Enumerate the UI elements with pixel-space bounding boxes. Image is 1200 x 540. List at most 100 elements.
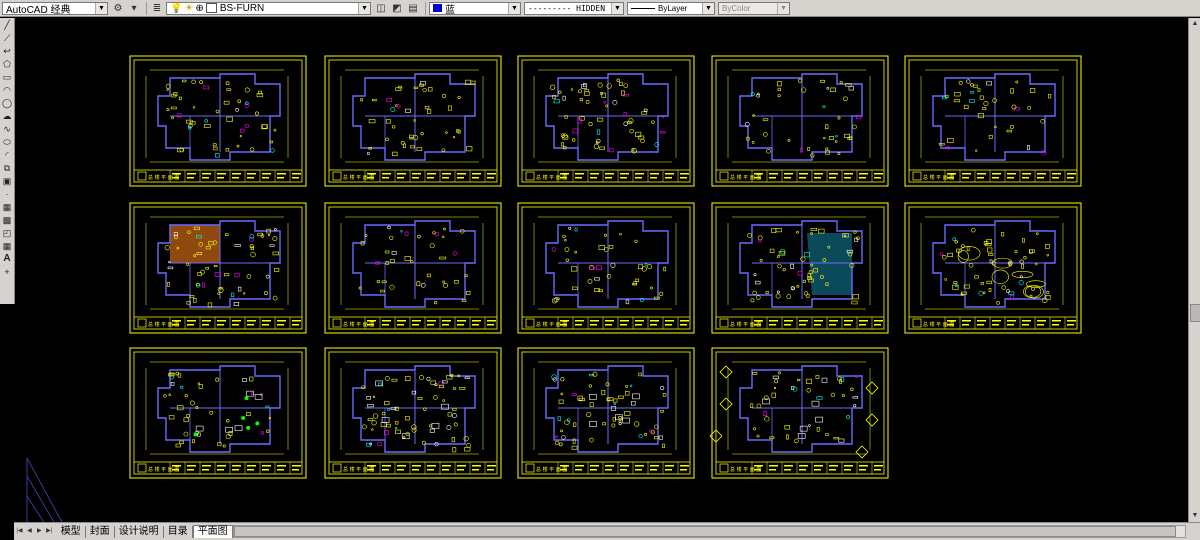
- scroll-up-icon[interactable]: ▲: [1190, 19, 1200, 29]
- vertical-scrollbar[interactable]: ▲ ▼: [1188, 18, 1200, 522]
- plan-detail-mark: [235, 107, 239, 112]
- plan-detail-mark: [551, 298, 558, 304]
- plan-detail-mark: [376, 279, 381, 284]
- plan-detail-mark: [274, 267, 280, 272]
- horizontal-scrollbar[interactable]: [232, 525, 1187, 538]
- plan-detail-mark: [464, 447, 471, 452]
- make-block-icon[interactable]: ▣: [1, 175, 13, 187]
- title-block-text-line: [575, 465, 584, 467]
- plan-detail-mark: [405, 416, 410, 421]
- arc-icon[interactable]: ◠: [1, 84, 13, 96]
- plan-detail-mark: [199, 80, 203, 84]
- title-block-text-line: [635, 324, 642, 326]
- polygon-icon[interactable]: ⬠: [1, 58, 13, 70]
- title-block-text-line: [844, 177, 851, 179]
- first-tab-button[interactable]: |◀: [15, 526, 24, 537]
- last-tab-button[interactable]: ▶|: [45, 526, 54, 537]
- rectangle-icon[interactable]: ▭: [1, 71, 13, 83]
- tab-floor-plan[interactable]: 平面图: [192, 525, 233, 538]
- plan-detail-mark: [807, 147, 811, 151]
- spline-icon[interactable]: ∿: [1, 123, 13, 135]
- plan-detail-mark: [771, 228, 777, 233]
- previous-tab-button[interactable]: ◀: [25, 526, 34, 537]
- next-tab-button[interactable]: ▶: [35, 526, 44, 537]
- plan-detail-mark: [815, 375, 820, 379]
- title-block-text-line: [590, 465, 599, 467]
- revision-cloud-icon[interactable]: ☁: [1, 110, 13, 122]
- plan-detail-mark: [366, 396, 371, 400]
- tab-model[interactable]: 模型: [57, 525, 86, 538]
- electrical-symbol: [244, 396, 249, 401]
- layer-states-button[interactable]: ▤: [406, 2, 420, 15]
- furniture-block: [615, 414, 623, 421]
- workspace-lock-button[interactable]: ▾: [127, 2, 141, 15]
- title-block-text-line: [665, 324, 672, 326]
- multiline-text-icon[interactable]: A: [1, 253, 13, 265]
- title-block-text-line: [665, 177, 672, 179]
- gradient-icon[interactable]: ▩: [1, 214, 13, 226]
- plan-detail-mark: [598, 245, 605, 250]
- title-block-text-line: [575, 173, 584, 175]
- add-selected-icon[interactable]: +: [1, 266, 13, 278]
- polyline-icon[interactable]: ↩: [1, 45, 13, 57]
- title-block-text-line: [427, 320, 436, 322]
- tab-cover[interactable]: 封面: [86, 525, 115, 538]
- layer-previous-button[interactable]: ◩: [390, 2, 404, 15]
- plan-detail-mark: [421, 440, 426, 445]
- plan-detail-mark: [561, 435, 566, 440]
- workspace-settings-button[interactable]: ⚙: [111, 2, 125, 15]
- company-logo: [137, 463, 147, 473]
- plan-detail-mark: [623, 83, 629, 88]
- plotstyle-dropdown[interactable]: ByColor ▼: [718, 1, 790, 15]
- tab-contents[interactable]: 目录: [164, 525, 193, 538]
- circle-icon[interactable]: ◯: [1, 97, 13, 109]
- drawing-canvas[interactable]: 总 楼 平 面 图总 楼 平 面 图总 楼 平 面 图总 楼 平 面 图总 楼 …: [15, 18, 1187, 525]
- plan-detail-mark: [980, 281, 985, 285]
- plan-detail-mark: [249, 234, 255, 239]
- layer-dropdown[interactable]: 💡 ☀ ⊕ BS-FURN ▼: [166, 1, 371, 15]
- title-block-text-line: [457, 173, 466, 175]
- layer-previous-icon: ◩: [392, 2, 402, 14]
- plan-detail-mark: [1027, 105, 1032, 110]
- plan-detail-mark: [389, 259, 395, 263]
- make-object-layer-current-button[interactable]: ◫: [374, 2, 388, 15]
- sheet-title: 总 楼 平 面 图: [536, 466, 567, 473]
- title-block-text-line: [605, 320, 614, 322]
- plan-detail-mark: [585, 100, 590, 104]
- layer-manager-button[interactable]: ≣: [150, 2, 164, 15]
- scroll-thumb[interactable]: [1190, 304, 1200, 322]
- title-block-text-line: [874, 177, 881, 179]
- plan-detail-mark: [184, 393, 188, 398]
- workspace-dropdown[interactable]: AutoCAD 经典 ▼: [2, 1, 108, 15]
- plan-detail-mark: [625, 299, 630, 305]
- plan-detail-mark: [835, 134, 838, 138]
- plan-detail-mark: [405, 108, 411, 113]
- plan-detail-mark: [619, 232, 622, 236]
- title-block-text-line: [202, 324, 209, 326]
- ellipse-arc-icon[interactable]: ◜: [1, 149, 13, 161]
- plan-detail-mark: [411, 427, 417, 433]
- scroll-down-icon[interactable]: ▼: [1190, 511, 1200, 521]
- linetype-dropdown[interactable]: --------- HIDDEN ▼: [524, 1, 624, 15]
- lineweight-dropdown[interactable]: ByLayer ▼: [627, 1, 715, 15]
- plan-detail-mark: [417, 397, 423, 400]
- ellipse-icon[interactable]: ⬭: [1, 136, 13, 148]
- line-icon[interactable]: ╱: [1, 19, 13, 31]
- point-icon[interactable]: ·: [1, 188, 13, 200]
- plan-detail-mark: [190, 400, 195, 406]
- table-icon[interactable]: ▦: [1, 240, 13, 252]
- tab-design-notes[interactable]: 设计说明: [115, 525, 164, 538]
- plan-detail-mark: [775, 228, 782, 233]
- hatch-icon[interactable]: ▦: [1, 201, 13, 213]
- region-icon[interactable]: ◰: [1, 227, 13, 239]
- company-logo: [912, 318, 922, 328]
- construction-line-icon[interactable]: ⟋: [1, 32, 13, 44]
- insert-block-icon[interactable]: ⧉: [1, 162, 13, 174]
- title-block-text-line: [202, 320, 211, 322]
- color-dropdown[interactable]: 蓝 ▼: [429, 1, 521, 15]
- layout-tab-bar: |◀ ◀ ▶ ▶| 模型 封面 设计说明 目录 平面图: [14, 522, 1200, 540]
- plan-detail-mark: [234, 244, 241, 247]
- scroll-thumb[interactable]: [233, 526, 1176, 537]
- layer-states-icon: ▤: [408, 2, 418, 14]
- plan-detail-mark: [1027, 145, 1030, 151]
